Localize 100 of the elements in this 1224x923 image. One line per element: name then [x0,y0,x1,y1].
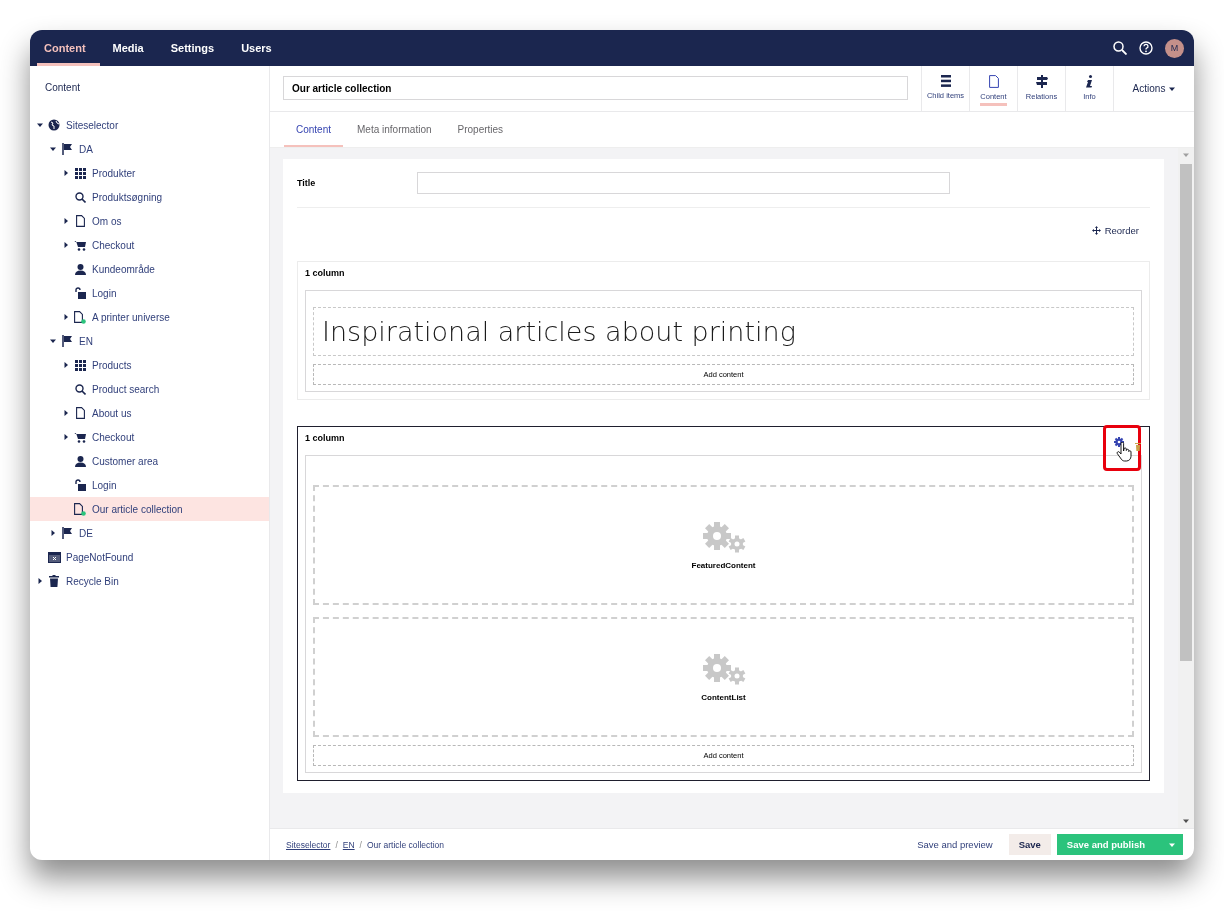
help-icon[interactable] [1139,41,1153,55]
node-name-field[interactable]: Our article collection [283,76,908,100]
flag-icon [61,143,73,155]
caret-icon[interactable] [50,146,56,152]
scroll-down-arrow-icon[interactable] [1183,818,1189,824]
user-avatar[interactable]: M [1165,38,1184,58]
caret-icon[interactable] [50,530,56,536]
cart-icon [74,431,86,443]
tree-item-label: PageNotFound [66,551,134,563]
tree-item[interactable]: Produktsøgning [30,185,269,209]
panel-title: Content [44,82,82,95]
tree-item-label: Products [92,359,132,371]
page-plus-icon [74,310,86,324]
tree-item[interactable]: Customer area [30,449,269,473]
save-button[interactable]: Save [1008,834,1051,855]
caret-icon[interactable] [1169,85,1176,92]
caret-icon[interactable] [63,434,69,440]
tree-item[interactable]: Checkout [30,425,269,449]
tree-item-label: Produkter [92,167,136,179]
breadcrumb-current: Our article collection [367,839,444,850]
tree-item-label: Our article collection [92,503,183,515]
macro-cell[interactable]: FeaturedContent [313,485,1134,605]
tree-item[interactable]: Om os [30,209,269,233]
tree-item-label: Login [92,287,117,299]
search-icon[interactable] [1113,41,1127,55]
tree-item[interactable]: DA [30,137,269,161]
list-icon [940,75,951,87]
tree-item-label: About us [92,407,132,419]
tree-item[interactable]: Login [30,281,269,305]
grid-icon [74,167,86,179]
tree-item[interactable]: Checkout [30,233,269,257]
gears-icon [700,652,747,685]
globe-icon [48,119,60,131]
content-tab[interactable]: Properties [445,112,516,147]
tree-item[interactable]: Kundeområde [30,257,269,281]
title-field[interactable] [417,172,950,194]
macro-name: ContentList [701,692,746,702]
breadcrumb-link[interactable]: EN [342,839,355,850]
move-icon [1091,226,1101,235]
tree-item-label: Produktsøgning [92,191,163,203]
tree-item[interactable]: Products [30,353,269,377]
tree-item-label: Product search [92,383,160,395]
section-tab[interactable]: Users [234,30,286,66]
page-icon [75,215,85,227]
page-icon [75,407,85,419]
tree-item-label: Kundeområde [92,263,155,275]
tree-item-label: Siteselector [66,119,119,131]
tree-item[interactable]: Siteselector [30,113,269,137]
tree-item-label: Checkout [92,239,135,251]
caret-icon[interactable] [63,314,69,320]
caret-icon[interactable] [63,410,69,416]
tree-item[interactable]: Product search [30,377,269,401]
content-tab[interactable]: Meta information [345,112,444,147]
headline-cell[interactable]: Inspirational articles about printing [313,307,1134,356]
caret-icon[interactable] [63,170,69,176]
search-icon [74,191,86,203]
caret-icon[interactable] [63,218,69,224]
caret-icon[interactable] [37,122,43,128]
reorder-link[interactable]: Reorder [1091,225,1139,236]
breadcrumb-separator: / [359,839,362,850]
tree-item[interactable]: Login [30,473,269,497]
tree-item-label: Customer area [92,455,159,467]
field-label: Title [297,178,317,188]
tree-item[interactable]: PageNotFound [30,545,269,569]
tree-item[interactable]: EN [30,329,269,353]
row-label: 1 column [305,268,345,280]
caret-icon[interactable] [37,578,43,584]
tree-item-label: Checkout [92,431,135,443]
browser-window-icon [47,551,61,563]
section-tab[interactable]: Settings [163,30,229,66]
caret-icon[interactable] [63,362,69,368]
tree-item-label: DA [79,143,93,155]
tree-item-label: Login [92,479,117,491]
unlocked-padlock-icon [74,287,86,299]
macro-cell[interactable]: ContentList [313,617,1134,737]
save-and-preview-button[interactable]: Save and preview [911,838,999,851]
unlocked-padlock-icon [74,479,86,491]
info-icon [1086,74,1093,88]
tree-item[interactable]: A printer universe [30,305,269,329]
breadcrumb-link[interactable]: Siteselector [286,839,331,850]
content-tab[interactable]: Content [284,112,344,147]
flag-icon [61,335,73,347]
tree-item[interactable]: Recycle Bin [30,569,269,593]
grid-icon [74,359,86,371]
section-tab[interactable]: Content [37,30,100,66]
tree-item-label: Om os [92,215,122,227]
scrollbar[interactable] [1178,148,1194,828]
tree-item[interactable]: Produkter [30,161,269,185]
section-tab[interactable]: Media [105,30,158,66]
user-icon [74,263,86,275]
caret-icon[interactable] [63,242,69,248]
tree-item[interactable]: DE [30,521,269,545]
tree-item-label: DE [79,527,93,539]
tree-item[interactable]: About us [30,401,269,425]
gears-icon [700,520,747,553]
page-plus-icon [74,502,86,516]
tree-item[interactable]: Our article collection [30,497,269,521]
actions-menu[interactable]: Actions [1113,66,1194,111]
tree-item-label: A printer universe [92,311,170,323]
caret-icon[interactable] [50,338,56,344]
